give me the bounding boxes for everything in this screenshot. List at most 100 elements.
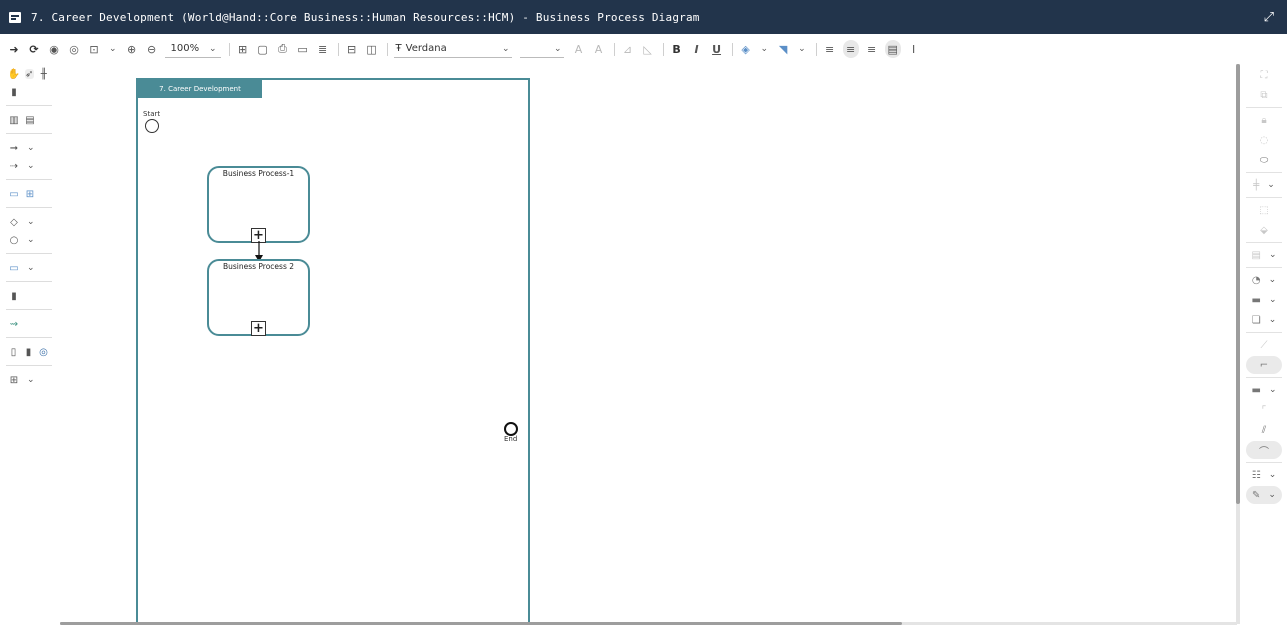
palette-row-data: ▮ bbox=[6, 288, 54, 304]
align-justify-icon[interactable]: ▤ bbox=[884, 40, 901, 58]
layout-dropdown-icon[interactable]: ⌄ bbox=[109, 44, 117, 54]
event-icon[interactable]: ○ bbox=[9, 235, 19, 246]
vertical-layout-icon[interactable]: ◫ bbox=[365, 40, 379, 58]
show-icon[interactable]: ⬭ bbox=[1244, 151, 1284, 169]
task-label: Business Process-1 bbox=[222, 169, 295, 178]
palette-row-event: ○ ⌄ bbox=[6, 232, 54, 248]
vertical-pool-icon[interactable]: ▥ bbox=[9, 115, 19, 126]
horizontal-scrollbar[interactable] bbox=[60, 622, 902, 625]
expand-icon[interactable]: ⤢ bbox=[1264, 10, 1274, 25]
export-image-icon[interactable]: ▭ bbox=[296, 40, 310, 58]
start-event[interactable] bbox=[145, 119, 159, 133]
shadow-icon[interactable]: ❏ ⌄ bbox=[1244, 311, 1284, 329]
pool[interactable]: 7. Career Development Start Business Pro… bbox=[136, 78, 530, 624]
palette-divider bbox=[1246, 377, 1282, 378]
line-style-icon[interactable]: ▬ ⌄ bbox=[1244, 381, 1284, 399]
chevron-down-icon[interactable]: ⌄ bbox=[27, 217, 35, 227]
rounded-corner-icon[interactable]: ⌜ bbox=[1244, 401, 1284, 419]
format-painter-icon[interactable]: ✎ ⌄ bbox=[1246, 486, 1282, 504]
vertical-scrollbar[interactable] bbox=[1236, 64, 1240, 504]
align-left-icon[interactable]: ≡ bbox=[823, 40, 837, 58]
align-center-icon[interactable]: ≡ bbox=[842, 40, 859, 58]
table-icon[interactable]: ⊞ bbox=[9, 375, 19, 386]
chevron-down-icon[interactable]: ⌄ bbox=[27, 263, 35, 273]
zoom-select[interactable]: 100% ⌄ bbox=[164, 40, 221, 58]
frame-icon[interactable]: ▭ bbox=[9, 263, 19, 274]
task-icon[interactable]: ▭ bbox=[9, 189, 19, 200]
curved-line-icon[interactable]: ⌒ bbox=[1246, 441, 1282, 459]
font-color-icon[interactable]: ◥ bbox=[776, 40, 790, 58]
gateway-icon[interactable]: ◇ bbox=[9, 217, 19, 228]
business-process-2[interactable]: Business Process 2 + bbox=[207, 259, 310, 336]
message-flow-icon[interactable]: ⇢ bbox=[9, 161, 19, 172]
chevron-down-icon[interactable]: ⌄ bbox=[27, 161, 35, 171]
chevron-down-icon[interactable]: ⌄ bbox=[27, 143, 35, 153]
list-icon[interactable]: ≣ bbox=[316, 40, 330, 58]
select-all-icon[interactable]: ⛶ bbox=[1244, 66, 1284, 84]
end-event[interactable] bbox=[504, 422, 518, 436]
subprocess-expand-icon[interactable]: + bbox=[251, 321, 266, 336]
toolbar-divider bbox=[228, 42, 230, 56]
eye-icon[interactable]: ◉ bbox=[47, 40, 61, 58]
refresh-icon[interactable]: ⟳ bbox=[27, 40, 41, 58]
rotate-left-icon[interactable]: ⊿ bbox=[621, 40, 635, 58]
increase-font-icon[interactable]: A bbox=[572, 40, 586, 58]
diagram-canvas[interactable]: 7. Career Development Start Business Pro… bbox=[60, 64, 1236, 624]
end-event-label: End bbox=[504, 435, 518, 443]
bold-button[interactable]: B bbox=[670, 40, 684, 58]
align-icon[interactable]: ╪ ⌄ bbox=[1244, 176, 1284, 194]
note-icon[interactable]: ▮ bbox=[24, 347, 33, 358]
decrease-font-icon[interactable]: A bbox=[592, 40, 606, 58]
fill-icon[interactable]: ◔ ⌄ bbox=[1244, 271, 1284, 289]
properties-icon[interactable]: ◎ bbox=[67, 40, 81, 58]
rotate-right-icon[interactable]: ◺ bbox=[641, 40, 655, 58]
orthogonal-line-icon[interactable]: ⌐ bbox=[1246, 356, 1282, 374]
line-width-icon[interactable]: ⫽ bbox=[1244, 421, 1284, 439]
font-family-select[interactable]: Ŧ Verdana ⌄ bbox=[393, 40, 512, 58]
association-icon[interactable]: ⇝ bbox=[9, 319, 19, 330]
copy-format-icon[interactable]: ⧉ bbox=[1244, 86, 1284, 104]
lock-icon[interactable]: 🔒︎ bbox=[1244, 111, 1284, 129]
hand-icon[interactable]: ✋ bbox=[8, 69, 20, 80]
palette-row-message-flow: ⇢ ⌄ bbox=[6, 158, 54, 174]
left-shape-palette: ✋ ➶ ╫ ▮ ▥ ▤ ➞ ⌄ ⇢ ⌄ ▭ ⊞ ◇ ⌄ ○ ⌄ ▭ ⌄ ▮ ⇝ bbox=[6, 66, 54, 390]
zoom-out-icon[interactable]: ⊖ bbox=[145, 40, 159, 58]
layout-icon[interactable]: ⊡ bbox=[87, 40, 101, 58]
subprocess-icon[interactable]: ⊞ bbox=[25, 189, 35, 200]
order-icon[interactable]: ▤ ⌄ bbox=[1244, 246, 1284, 264]
palette-row-connector: ⇝ bbox=[6, 316, 54, 332]
split-icon[interactable]: ╫ bbox=[40, 69, 49, 80]
font-color-dropdown-icon[interactable]: ⌄ bbox=[798, 44, 806, 54]
chevron-down-icon[interactable]: ⌄ bbox=[27, 375, 35, 385]
data-object-icon[interactable]: ▮ bbox=[9, 291, 19, 302]
link-icon[interactable]: ◎ bbox=[39, 347, 48, 358]
underline-button[interactable]: U bbox=[710, 40, 724, 58]
grid-icon[interactable]: ⊞ bbox=[236, 40, 250, 58]
sequence-flow-icon[interactable]: ➞ bbox=[9, 143, 19, 154]
horizontal-pool-icon[interactable]: ▤ bbox=[25, 115, 35, 126]
print-icon[interactable]: ⎙ bbox=[276, 40, 290, 58]
business-process-1[interactable]: Business Process-1 + bbox=[207, 166, 310, 243]
straight-line-icon[interactable]: ⟋ bbox=[1244, 336, 1284, 354]
back-icon[interactable]: ➜ bbox=[7, 40, 21, 58]
horizontal-layout-icon[interactable]: ⊟ bbox=[345, 40, 359, 58]
spacing-icon[interactable]: ☷ ⌄ bbox=[1244, 466, 1284, 484]
hide-icon[interactable]: ◌ bbox=[1244, 131, 1284, 149]
fit-page-icon[interactable]: ▢ bbox=[256, 40, 270, 58]
font-size-select[interactable]: ⌄ bbox=[519, 40, 564, 58]
zoom-in-icon[interactable]: ⊕ bbox=[125, 40, 139, 58]
group-icon[interactable]: ⬚ bbox=[1244, 201, 1284, 219]
text-cursor-button[interactable]: I bbox=[907, 40, 921, 58]
document-icon[interactable]: ▯ bbox=[9, 347, 18, 358]
palette-divider bbox=[1246, 172, 1282, 173]
fill-color-icon[interactable]: ◈ bbox=[739, 40, 753, 58]
pointer-icon[interactable]: ➶ bbox=[25, 69, 34, 80]
lane-icon[interactable]: ▮ bbox=[9, 87, 19, 98]
chevron-down-icon[interactable]: ⌄ bbox=[27, 235, 35, 245]
pool-label[interactable]: 7. Career Development bbox=[138, 80, 262, 98]
italic-button[interactable]: I bbox=[690, 40, 704, 58]
line-color-icon[interactable]: ▬ ⌄ bbox=[1244, 291, 1284, 309]
align-right-icon[interactable]: ≡ bbox=[865, 40, 879, 58]
fill-color-dropdown-icon[interactable]: ⌄ bbox=[761, 44, 769, 54]
ungroup-icon[interactable]: ⬙ bbox=[1244, 221, 1284, 239]
